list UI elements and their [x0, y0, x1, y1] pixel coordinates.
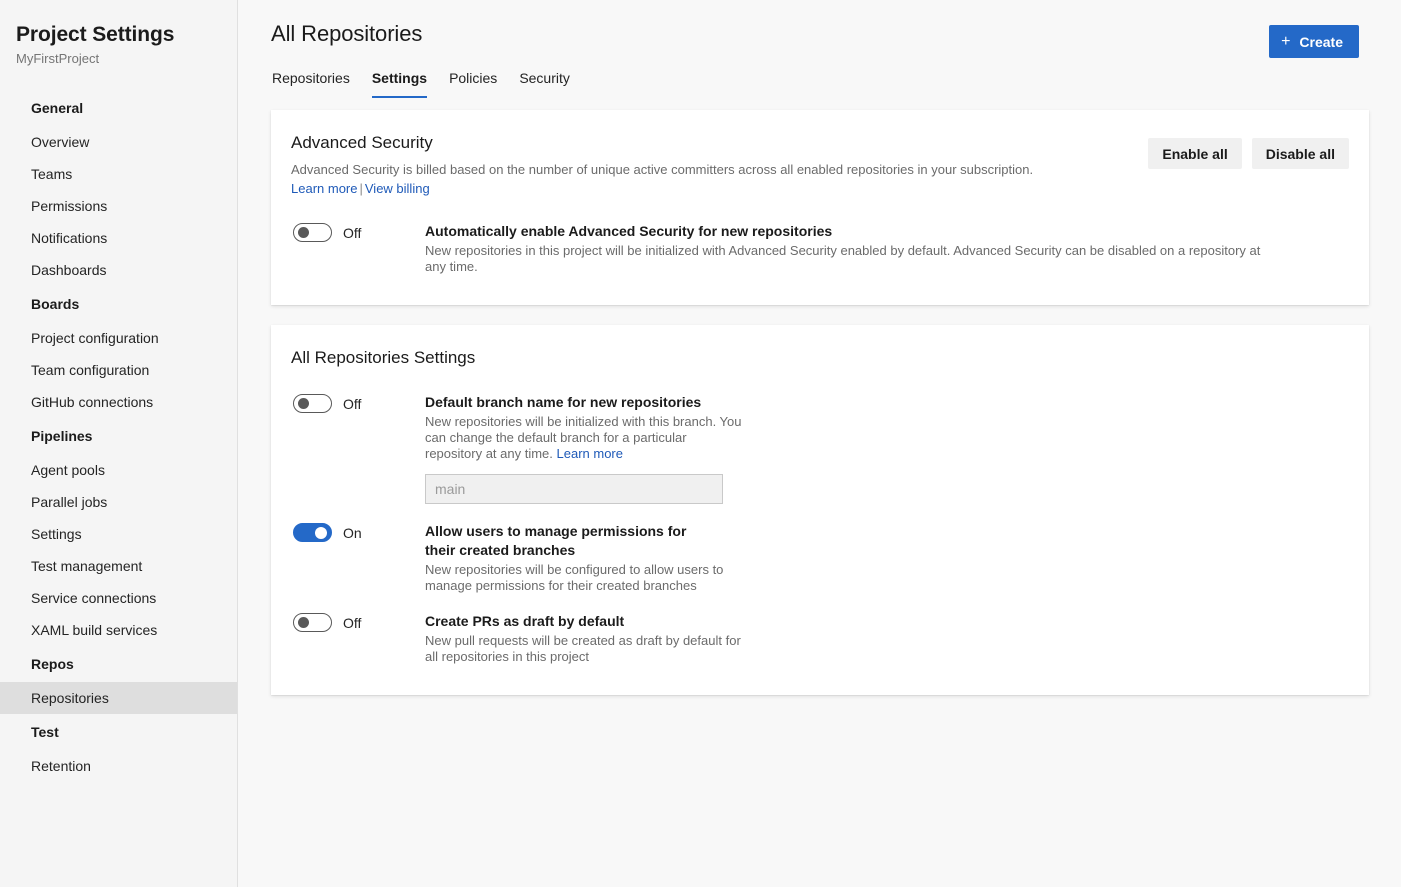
page-title: All Repositories [271, 21, 423, 46]
sidebar-item-team-configuration[interactable]: Team configuration [0, 354, 237, 386]
default-branch-learn-more-link[interactable]: Learn more [557, 446, 623, 461]
sidebar-item-service-connections[interactable]: Service connections [0, 582, 237, 614]
default-branch-row: Off Default branch name for new reposito… [291, 369, 1349, 504]
advanced-security-card-body: Advanced Security Advanced Security is b… [271, 110, 1369, 305]
page-title-project-settings: Project Settings [16, 23, 175, 46]
auto-enable-advanced-security-toggle[interactable]: Off [293, 222, 425, 242]
toggle-switch-on [293, 523, 332, 542]
sidebar-header: Project Settings MyFirstProject [0, 0, 237, 68]
sidebar-item-pipelines-settings[interactable]: Settings [0, 518, 237, 550]
all-repositories-settings-card: All Repositories Settings Off Default br… [271, 325, 1369, 695]
toggle-state-label: On [343, 524, 362, 541]
nav-group-repos: Repos [31, 656, 74, 672]
sidebar-item-parallel-jobs[interactable]: Parallel jobs [0, 486, 237, 518]
project-name: MyFirstProject [16, 51, 100, 66]
disable-all-button[interactable]: Disable all [1251, 138, 1349, 169]
tab-security[interactable]: Security [519, 69, 570, 98]
all-repositories-settings-body: All Repositories Settings Off Default br… [271, 325, 1369, 695]
advanced-security-actions: Enable all Disable all [1148, 138, 1349, 169]
nav-group-test: Test [31, 724, 59, 740]
setting-title: Create PRs as draft by default [425, 613, 625, 629]
draft-prs-text: Create PRs as draft by default New pull … [425, 612, 1349, 665]
create-button-label: Create [1299, 33, 1343, 50]
draft-prs-toggle[interactable]: Off [293, 612, 425, 632]
advanced-security-card: Advanced Security Advanced Security is b… [271, 110, 1369, 305]
sidebar-nav: General Overview Teams Permissions Notif… [0, 90, 237, 782]
nav-group-general: General [31, 100, 84, 116]
sidebar-item-repositories[interactable]: Repositories [0, 682, 237, 714]
toggle-knob [298, 617, 309, 628]
toggle-knob [298, 227, 309, 238]
tab-repositories[interactable]: Repositories [272, 69, 350, 98]
advanced-security-links: Learn more | View billing [291, 180, 1349, 198]
create-button[interactable]: + Create [1269, 25, 1359, 58]
page-header: All Repositories + Create Repositories S… [238, 0, 1401, 98]
tab-policies[interactable]: Policies [449, 69, 497, 98]
sidebar-item-project-configuration[interactable]: Project configuration [0, 322, 237, 354]
cards-container: Advanced Security Advanced Security is b… [238, 110, 1401, 695]
app-root: Project Settings MyFirstProject General … [0, 0, 1401, 887]
tab-bar: Repositories Settings Policies Security [271, 69, 1369, 98]
sidebar-item-retention[interactable]: Retention [0, 750, 237, 782]
sidebar-item-test-management[interactable]: Test management [0, 550, 237, 582]
main-content: All Repositories + Create Repositories S… [238, 0, 1401, 887]
draft-prs-row: Off Create PRs as draft by default New p… [291, 594, 1349, 695]
sidebar-item-permissions[interactable]: Permissions [0, 190, 237, 222]
setting-description: New repositories will be initialized wit… [425, 414, 743, 462]
link-separator: | [359, 181, 363, 196]
toggle-switch-off [293, 223, 332, 242]
setting-title: Default branch name for new repositories [425, 394, 702, 410]
toggle-state-label: Off [343, 614, 362, 631]
toggle-state-label: Off [343, 395, 362, 412]
toggle-switch-off [293, 394, 332, 413]
sidebar-item-github-connections[interactable]: GitHub connections [0, 386, 237, 418]
enable-all-button[interactable]: Enable all [1148, 138, 1242, 169]
setting-description: New repositories will be configured to a… [425, 562, 724, 593]
learn-more-link[interactable]: Learn more [291, 181, 357, 196]
sidebar-item-agent-pools[interactable]: Agent pools [0, 454, 237, 486]
toggle-state-label: Off [343, 224, 362, 241]
sidebar: Project Settings MyFirstProject General … [0, 0, 238, 887]
manage-permissions-row: On Allow users to manage permissions for… [291, 504, 1349, 594]
sidebar-item-xaml-build-services[interactable]: XAML build services [0, 614, 237, 646]
view-billing-link[interactable]: View billing [365, 181, 430, 196]
auto-enable-advanced-security-text: Automatically enable Advanced Security f… [425, 222, 1349, 275]
nav-group-pipelines: Pipelines [31, 428, 93, 444]
manage-permissions-toggle[interactable]: On [293, 522, 425, 542]
default-branch-text: Default branch name for new repositories… [425, 393, 1349, 504]
default-branch-toggle[interactable]: Off [293, 393, 425, 413]
sidebar-item-notifications[interactable]: Notifications [0, 222, 237, 254]
all-repositories-settings-heading: All Repositories Settings [291, 348, 476, 367]
sidebar-item-teams[interactable]: Teams [0, 158, 237, 190]
toggle-knob [298, 398, 309, 409]
default-branch-input[interactable] [425, 474, 723, 504]
plus-icon: + [1281, 32, 1291, 50]
setting-title: Automatically enable Advanced Security f… [425, 223, 833, 239]
auto-enable-advanced-security-row: Off Automatically enable Advanced Securi… [291, 198, 1349, 305]
setting-description: New repositories in this project will be… [425, 243, 1261, 274]
setting-description: New pull requests will be created as dra… [425, 633, 741, 664]
nav-group-boards: Boards [31, 296, 80, 312]
setting-title: Allow users to manage permissions for th… [425, 523, 687, 558]
toggle-knob [315, 526, 327, 539]
toggle-switch-off [293, 613, 332, 632]
manage-permissions-text: Allow users to manage permissions for th… [425, 522, 1349, 594]
sidebar-item-dashboards[interactable]: Dashboards [0, 254, 237, 286]
tab-settings[interactable]: Settings [371, 69, 428, 98]
sidebar-item-overview[interactable]: Overview [0, 126, 237, 158]
